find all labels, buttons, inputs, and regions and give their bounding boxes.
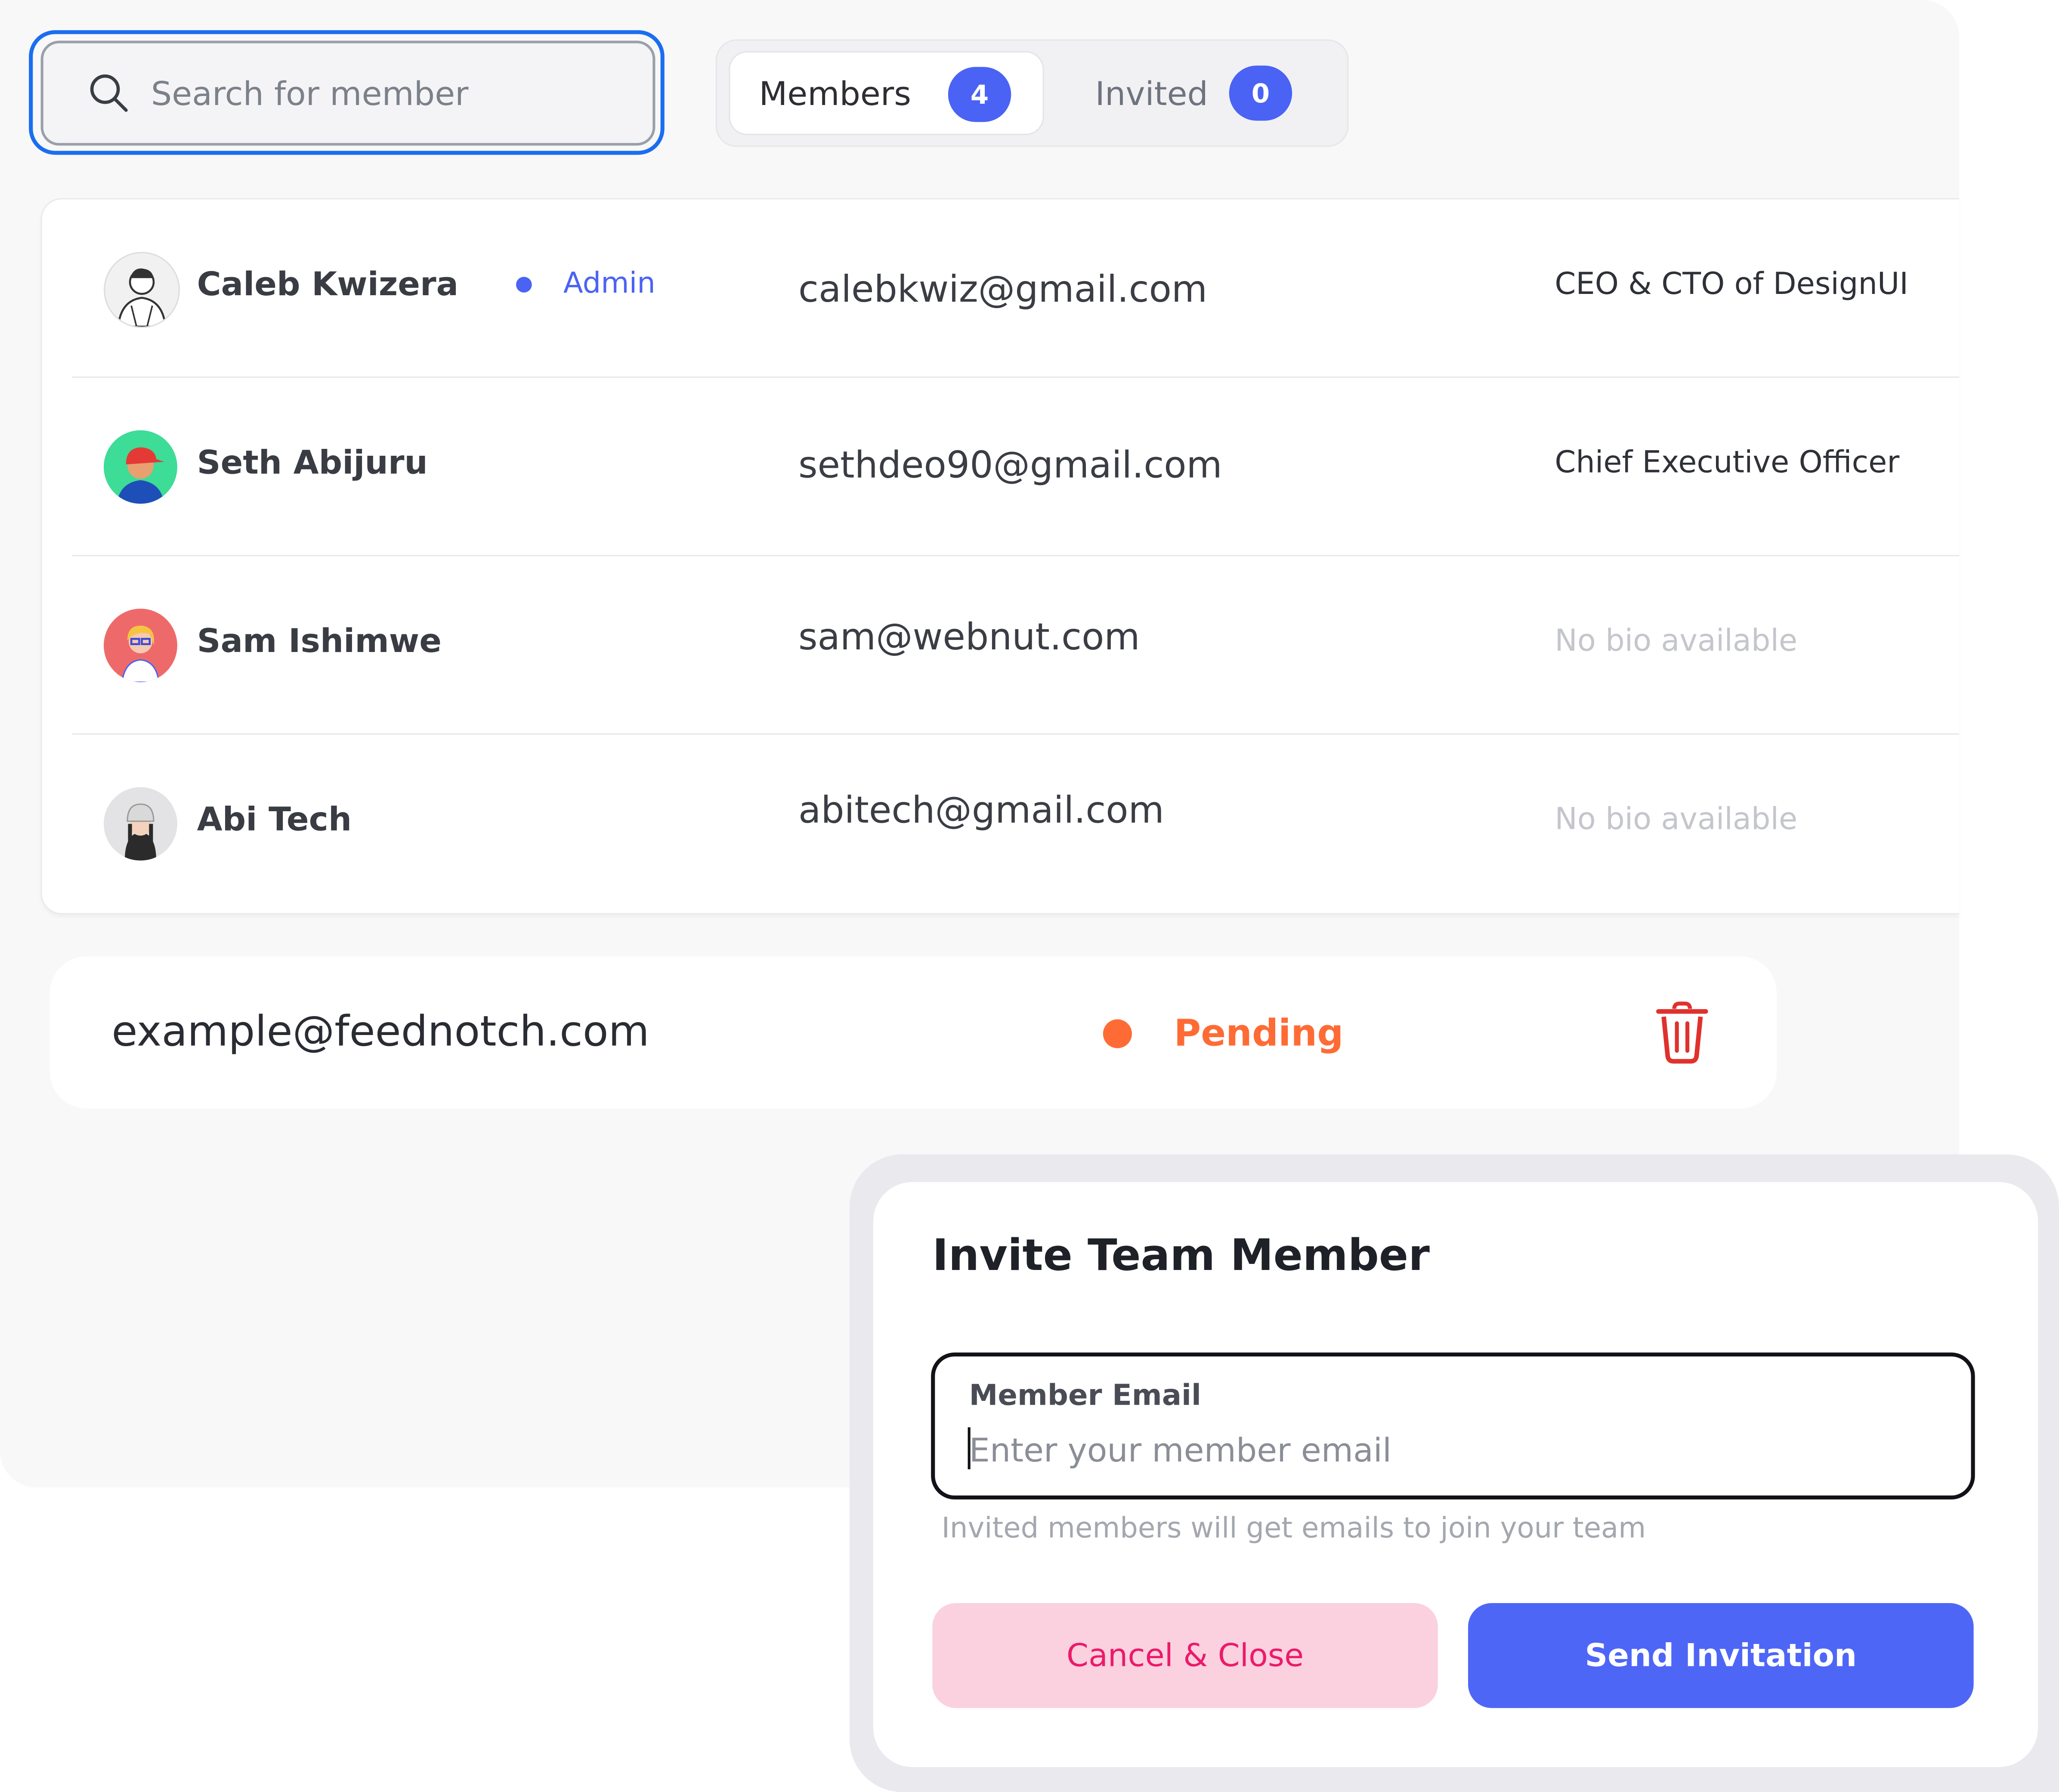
member-name: Sam Ishimwe bbox=[197, 621, 442, 660]
red-cap-avatar-icon bbox=[104, 430, 177, 504]
invite-modal: Invite Team Member Member Email Invited … bbox=[873, 1182, 2038, 1767]
tab-bar: Members 4 Invited 0 bbox=[715, 39, 1349, 147]
tab-members[interactable]: Members 4 bbox=[729, 51, 1044, 135]
avatar bbox=[104, 609, 177, 683]
tab-invited-label: Invited bbox=[1095, 74, 1208, 112]
members-count-badge: 4 bbox=[948, 67, 1011, 122]
field-label: Member Email bbox=[969, 1380, 1202, 1413]
member-name: Caleb Kwizera bbox=[197, 265, 459, 303]
member-email: abitech@gmail.com bbox=[798, 788, 1164, 832]
members-table: Caleb Kwizera Admin calebkwiz@gmail.com … bbox=[40, 198, 1960, 915]
status-label: Pending bbox=[1174, 1011, 1344, 1055]
status-badge: Pending bbox=[1103, 1011, 1344, 1055]
invited-count-badge: 0 bbox=[1229, 65, 1292, 121]
send-invitation-button[interactable]: Send Invitation bbox=[1468, 1603, 1974, 1708]
cancel-close-button[interactable]: Cancel & Close bbox=[932, 1603, 1438, 1708]
search-box[interactable] bbox=[40, 40, 655, 146]
pending-dot bbox=[1103, 1019, 1132, 1048]
avatar bbox=[104, 430, 177, 504]
avatar bbox=[104, 787, 177, 861]
role-dot bbox=[516, 276, 532, 292]
member-email: sethdeo90@gmail.com bbox=[798, 443, 1222, 487]
delete-invite-button[interactable] bbox=[1654, 1001, 1710, 1071]
blonde-glasses-avatar-icon bbox=[104, 609, 177, 683]
search-icon bbox=[90, 74, 128, 112]
tab-invited[interactable]: Invited 0 bbox=[1061, 51, 1337, 135]
member-row[interactable]: Abi Tech abitech@gmail.com No bio availa… bbox=[72, 735, 1959, 913]
avatar bbox=[104, 252, 180, 328]
member-name: Seth Abijuru bbox=[197, 443, 428, 482]
trash-icon bbox=[1656, 1001, 1708, 1064]
girl-with-cap-avatar-icon bbox=[104, 787, 177, 861]
member-bio: No bio available bbox=[1555, 803, 1798, 837]
stage: Members 4 Invited 0 Caleb Kwizera bbox=[0, 0, 2059, 1792]
member-email-input[interactable] bbox=[966, 1424, 1891, 1475]
helper-text: Invited members will get emails to join … bbox=[941, 1512, 1646, 1545]
member-email-field[interactable]: Member Email bbox=[931, 1352, 1975, 1500]
search-input[interactable] bbox=[148, 73, 587, 114]
member-bio: Chief Executive Officer bbox=[1555, 446, 1900, 480]
member-bio: No bio available bbox=[1555, 624, 1798, 659]
member-row[interactable]: Caleb Kwizera Admin calebkwiz@gmail.com … bbox=[72, 199, 1960, 378]
member-bio: CEO & CTO of DesignUI bbox=[1555, 267, 1909, 302]
modal-title: Invite Team Member bbox=[932, 1229, 1430, 1281]
invited-email: example@feednotch.com bbox=[111, 1006, 649, 1056]
member-row[interactable]: Seth Abijuru sethdeo90@gmail.com Chief E… bbox=[72, 378, 1960, 556]
role-label: Admin bbox=[563, 267, 655, 301]
sketch-man-avatar-icon bbox=[117, 268, 167, 327]
member-name: Abi Tech bbox=[197, 800, 352, 838]
invited-member-card: example@feednotch.com Pending bbox=[49, 956, 1777, 1109]
member-email: calebkwiz@gmail.com bbox=[798, 267, 1208, 311]
member-email: sam@webnut.com bbox=[798, 615, 1140, 659]
text-caret bbox=[968, 1427, 971, 1470]
admin-role-badge: Admin bbox=[516, 268, 655, 300]
member-row[interactable]: Sam Ishimwe sam@webnut.com No bio availa… bbox=[72, 556, 1960, 735]
tab-members-label: Members bbox=[759, 74, 911, 112]
